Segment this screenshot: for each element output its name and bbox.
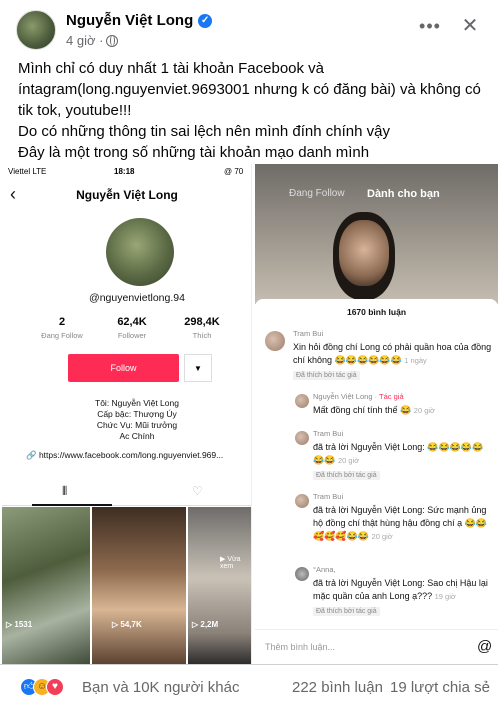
commenter-avatar <box>295 494 309 508</box>
profile-avatar <box>106 218 174 286</box>
bio-line: Cấp bậc: Thượng Úy <box>97 409 177 419</box>
tab-for-you: Dành cho bạn <box>367 188 440 200</box>
tab-following: Đang Follow <box>289 188 345 199</box>
video-face <box>339 220 389 286</box>
bio-line: Ac Chính <box>119 431 155 441</box>
profile-link-text: https://www.facebook.com/long.nguyenviet… <box>38 450 224 460</box>
post-line: tik tok, youtube!!! <box>18 102 132 119</box>
commenter-name: °Anna, <box>313 565 336 574</box>
post-meta: 4 giờ · <box>66 33 119 48</box>
close-icon[interactable]: ✕ <box>456 12 484 40</box>
author-name[interactable]: Nguyễn Việt Long <box>66 12 193 29</box>
post-line: Đây là một trong số những tài khoản mạo … <box>18 144 370 161</box>
commenter-avatar <box>295 394 309 408</box>
stat-label: Đang Follow <box>41 331 83 340</box>
tiktok-comments-screenshot[interactable]: Đang Follow Dành cho bạn 1670 bình luận … <box>255 164 498 664</box>
clock-text: 18:18 <box>114 167 135 176</box>
just-watched-label: ▶ Vừa xem <box>220 556 241 570</box>
stat-value: 2 <box>58 316 66 328</box>
footer-divider <box>0 664 498 665</box>
tiktok-profile-screenshot[interactable]: Viettel LTE 18:18 @ 70 ‹ Nguyễn Việt Lon… <box>2 164 252 664</box>
add-comment-bar: Thêm bình luận... @ <box>255 629 498 664</box>
view-count: ▷ 1531 <box>6 620 33 629</box>
comment-text: Mất đồng chí tính thế 😂 20 giờ <box>313 405 435 415</box>
profile-bio: Tôi: Nguyễn Việt Long Cấp bậc: Thượng Úy… <box>2 398 251 442</box>
globe-icon <box>106 34 119 47</box>
view-count: ▷ 54,7K <box>112 620 142 629</box>
mention-icon: @ <box>477 638 493 655</box>
commenter-name: Nguyễn Việt Long · Tác giả <box>313 392 404 401</box>
stat-likes: 298,4K Thích <box>172 316 232 340</box>
comments-count[interactable]: 222 bình luận <box>292 679 383 696</box>
stat-followers: 62,4K Follower <box>102 316 162 340</box>
stat-value: 298,4K <box>184 316 220 328</box>
liked-by-author: Đã thích bởi tác giả <box>313 471 380 480</box>
video-thumbnail: ▷ 1531 <box>2 507 90 664</box>
video-thumbnail: ▷ 54,7K <box>92 507 186 664</box>
commenter-avatar <box>295 431 309 445</box>
bio-line: Chức Vụ: Mũi trưởng <box>96 420 178 430</box>
commenter-name: Tram Bui <box>293 329 324 338</box>
shares-count[interactable]: 19 lượt chia sẻ <box>390 679 490 696</box>
profile-stats: 2 Đang Follow 62,4K Follower 298,4K Thíc… <box>32 316 232 348</box>
video-thumbnail: ▶ Vừa xem ▷ 2,2M <box>188 507 251 664</box>
profile-link: 🔗 https://www.facebook.com/long.nguyenvi… <box>26 450 224 460</box>
bio-line: Tôi: Nguyễn Việt Long <box>95 398 179 408</box>
liked-by-author: Đã thích bởi tác giả <box>293 371 360 380</box>
more-icon[interactable]: ••• <box>416 12 444 40</box>
comment-count: 1670 bình luận <box>346 307 407 317</box>
stat-following: 2 Đang Follow <box>32 316 92 340</box>
post-line: íntagram(long.nguyenviet.9693001 nhưng k… <box>18 81 481 98</box>
stat-value: 62,4K <box>117 316 147 328</box>
add-comment-placeholder: Thêm bình luận... <box>265 642 336 652</box>
post-text: Mình chỉ có duy nhất 1 tài khoản Faceboo… <box>18 58 488 163</box>
reactions-count[interactable]: Bạn và 10K người khác <box>82 679 239 696</box>
comment-text: đã trả lời Nguyễn Việt Long: Sao chị Hậu… <box>313 578 488 601</box>
stat-label: Follower <box>117 331 147 340</box>
comment-text: Xin hỏi đồng chí Long có phải quần hoa c… <box>293 342 492 365</box>
author-name-row: Nguyễn Việt Long ✓ <box>66 12 213 29</box>
comments-panel: 1670 bình luận Tram Bui Xin hỏi đồng chí… <box>255 299 498 664</box>
profile-handle: @nguyenvietlong.94 <box>89 292 185 304</box>
commenter-avatar <box>295 567 309 581</box>
profile-tabs: ⦀ ♡ <box>2 476 251 506</box>
love-reaction-icon: ♥ <box>46 678 64 696</box>
post-header: Nguyễn Việt Long ✓ 4 giờ · ••• ✕ <box>0 0 498 58</box>
view-count: ▷ 2,2M <box>192 620 219 629</box>
post-line: Mình chỉ có duy nhất 1 tài khoản Faceboo… <box>18 60 325 77</box>
stat-label: Thích <box>192 331 212 340</box>
verified-icon: ✓ <box>198 13 213 28</box>
dropdown-icon: ▼ <box>184 354 212 382</box>
carrier-text: Viettel LTE <box>8 167 47 176</box>
profile-name: Nguyễn Việt Long <box>76 188 178 202</box>
battery-text: @ 70 <box>224 167 244 176</box>
post-time[interactable]: 4 giờ · <box>66 33 103 48</box>
reaction-icons[interactable]: 👍︎ ☺ ♥ <box>20 678 80 698</box>
grid-icon: ⦀ <box>62 484 68 498</box>
commenter-avatar <box>265 331 285 351</box>
author-avatar[interactable] <box>16 10 56 50</box>
heart-icon: ♡ <box>192 484 203 498</box>
commenter-name: Tram Bui <box>313 429 344 438</box>
liked-by-author: Đã thích bởi tác giả <box>313 607 380 616</box>
tab-indicator <box>32 504 112 506</box>
post-line: Do có những thông tin sai lệch nên mình … <box>18 123 390 140</box>
phone-status-bar: Viettel LTE 18:18 @ 70 <box>2 164 251 178</box>
comment-text: đã trả lời Nguyễn Việt Long: Sức mạnh ủn… <box>313 505 488 541</box>
comment-text: đã trả lời Nguyễn Việt Long: 😂😂😂😂😂😂😂 20 … <box>313 442 484 465</box>
video-background: Đang Follow Dành cho bạn <box>255 164 498 304</box>
follow-button: Follow <box>68 354 179 382</box>
commenter-name: Tram Bui <box>313 492 344 501</box>
